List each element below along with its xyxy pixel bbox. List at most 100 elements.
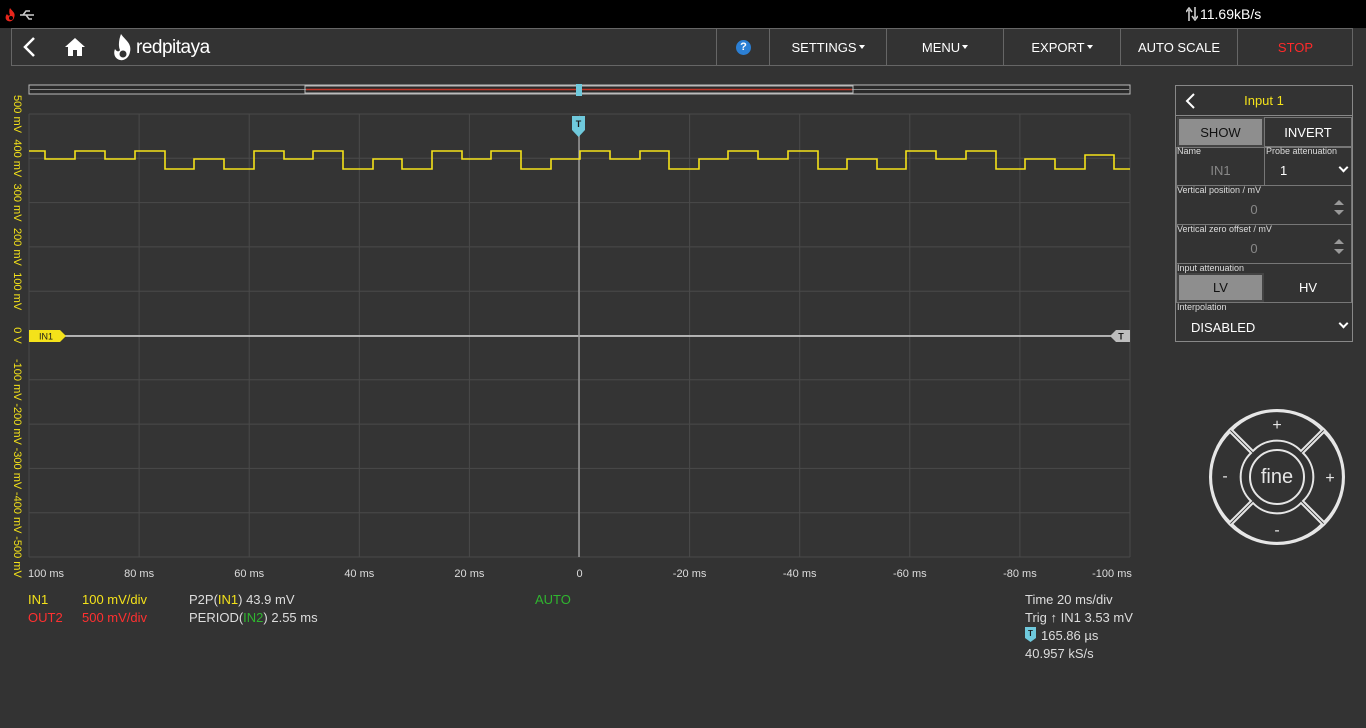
oscilloscope-display[interactable]: T IN1 T 500 mV 400 mV 300 mV 200 mV 100 mV 0 … xyxy=(0,80,1150,580)
x-tick-label: 40 ms xyxy=(344,568,374,580)
p2p-measurement[interactable]: P2P(IN1) 43.9 mV xyxy=(189,592,295,607)
settings-menu-button[interactable]: SETTINGS xyxy=(769,29,886,65)
buffer-position-bar[interactable] xyxy=(28,84,1131,96)
decrement-icon[interactable] xyxy=(1334,249,1344,254)
export-label: EXPORT xyxy=(1031,39,1085,55)
fine-adjust-dial[interactable]: fine + - - + xyxy=(1208,408,1346,546)
increment-icon[interactable] xyxy=(1334,239,1344,244)
out2-channel-label[interactable]: OUT2 xyxy=(28,610,63,625)
auto-scale-label: AUTO SCALE xyxy=(1137,39,1221,55)
y-tick-label: 0 V xyxy=(11,327,23,344)
vertical-position-input[interactable]: 0 xyxy=(1176,202,1332,217)
input-attenuation-label: Input attenuation xyxy=(1177,263,1245,273)
show-button[interactable]: SHOW xyxy=(1177,117,1264,147)
y-tick-label: -400 mV xyxy=(11,492,23,534)
interpolation-select[interactable]: DISABLED xyxy=(1191,320,1255,335)
auto-scale-button[interactable]: AUTO SCALE xyxy=(1120,29,1237,65)
y-tick-label: 500 mV xyxy=(11,95,23,134)
export-button[interactable]: EXPORT xyxy=(1003,29,1120,65)
vertical-position-label: Vertical position / mV xyxy=(1177,185,1262,195)
panel-header: Input 1 xyxy=(1176,86,1352,116)
in1-channel-label[interactable]: IN1 xyxy=(28,592,48,607)
in1-scale: 100 mV/div xyxy=(82,592,148,607)
y-tick-label: 200 mV xyxy=(11,228,23,267)
redpitaya-usb-icon xyxy=(5,8,34,22)
x-tick-label: -100 ms xyxy=(1092,568,1132,580)
home-icon[interactable] xyxy=(64,37,86,57)
settings-label: SETTINGS xyxy=(791,39,857,55)
menu-button[interactable]: MENU xyxy=(886,29,1003,65)
dial-center-label: fine xyxy=(1261,466,1293,488)
name-field[interactable]: IN1 xyxy=(1176,163,1265,178)
y-tick-label: -200 mV xyxy=(11,403,23,445)
trigger-time-marker-label: T xyxy=(576,119,582,129)
transfer-arrows-icon xyxy=(1186,7,1198,21)
y-tick-label: 400 mV xyxy=(11,139,23,178)
trigger-buffer-marker[interactable] xyxy=(576,84,582,96)
dial-down-minus: - xyxy=(1274,522,1279,539)
x-tick-label: -20 ms xyxy=(673,568,707,580)
y-tick-label: -300 mV xyxy=(11,448,23,490)
trigger-mode-status: AUTO xyxy=(535,592,571,607)
probe-attenuation-label: Probe attenuation xyxy=(1266,146,1338,156)
trigger-delay-icon: T xyxy=(1025,627,1036,642)
lv-button[interactable]: LV xyxy=(1177,273,1264,302)
y-tick-label: 300 mV xyxy=(11,184,23,223)
probe-attenuation-select[interactable]: 1 xyxy=(1280,163,1287,178)
period-channel: IN2 xyxy=(243,610,264,625)
stop-button[interactable]: STOP xyxy=(1237,29,1353,65)
vertical-zero-offset-label: Vertical zero offset / mV xyxy=(1177,224,1272,234)
x-tick-label: 60 ms xyxy=(234,568,264,580)
out2-scale: 500 mV/div xyxy=(82,610,148,625)
channel-settings-panel: Input 1 SHOW INVERT Name IN1 Probe atten… xyxy=(1175,85,1353,342)
trigger-info: Trig ↑ IN1 3.53 mV xyxy=(1025,610,1133,625)
y-tick-label: -100 mV xyxy=(11,359,23,401)
x-tick-label: 20 ms xyxy=(454,568,484,580)
period-measurement[interactable]: PERIOD(IN2) 2.55 ms xyxy=(189,610,318,625)
time-per-div: Time 20 ms/div xyxy=(1025,592,1113,607)
y-axis-labels: 500 mV 400 mV 300 mV 200 mV 100 mV 0 V -100 mV… xyxy=(11,95,23,578)
dial-up-plus: + xyxy=(1272,417,1281,434)
back-icon[interactable] xyxy=(20,35,40,59)
caret-down-icon xyxy=(1086,45,1093,49)
help-icon: ? xyxy=(736,39,751,55)
sample-rate: 40.957 kS/s xyxy=(1025,646,1094,661)
brand-logo[interactable]: redpitaya xyxy=(112,33,210,63)
period-value: ) 2.55 ms xyxy=(263,610,318,625)
name-label: Name xyxy=(1177,146,1202,156)
help-button[interactable]: ? xyxy=(716,29,770,65)
brand-name: redpitaya xyxy=(136,37,210,58)
increment-icon[interactable] xyxy=(1334,200,1344,205)
x-tick-label: -80 ms xyxy=(1003,568,1037,580)
p2p-value: ) 43.9 mV xyxy=(238,592,295,607)
vertical-zero-offset-input[interactable]: 0 xyxy=(1176,241,1332,256)
trigger-delay: 165.86 µs xyxy=(1041,628,1099,643)
y-tick-label: 100 mV xyxy=(11,272,23,311)
x-axis-labels: 100 ms 80 ms 60 ms 40 ms 20 ms 0 -20 ms -40 ms -… xyxy=(28,568,1132,580)
hv-button[interactable]: HV xyxy=(1264,273,1352,302)
stop-label: STOP xyxy=(1277,39,1314,55)
redpitaya-logo-icon xyxy=(114,34,131,61)
y-tick-label: -500 mV xyxy=(11,536,23,578)
invert-button[interactable]: INVERT xyxy=(1264,117,1352,147)
ch1-offset-marker[interactable]: IN1 xyxy=(29,330,66,342)
caret-down-icon xyxy=(858,45,865,49)
x-tick-label: 0 xyxy=(576,568,582,580)
x-tick-label: -60 ms xyxy=(893,568,927,580)
x-tick-label: 80 ms xyxy=(124,568,154,580)
svg-text:T: T xyxy=(1028,629,1033,638)
decrement-icon[interactable] xyxy=(1334,210,1344,215)
period-prefix: PERIOD( xyxy=(189,610,244,625)
menu-label: MENU xyxy=(921,39,961,55)
top-status-bar: 11.69kB/s xyxy=(0,0,1366,28)
transfer-rate: 11.69kB/s xyxy=(1200,6,1262,22)
trigger-level-marker-label: T xyxy=(1118,332,1124,342)
x-tick-label: 100 ms xyxy=(28,568,65,580)
chevron-down-icon xyxy=(1338,318,1349,329)
nav-bar: redpitaya ? SETTINGS MENU EXPORT AUTO SC… xyxy=(11,28,1353,66)
x-tick-label: -40 ms xyxy=(783,568,817,580)
measurements-panel: IN1 100 mV/div OUT2 500 mV/div P2P(IN1) … xyxy=(0,590,1150,690)
interpolation-label: Interpolation xyxy=(1177,302,1227,312)
ch1-offset-marker-label: IN1 xyxy=(39,332,53,342)
panel-title: Input 1 xyxy=(1244,93,1284,108)
